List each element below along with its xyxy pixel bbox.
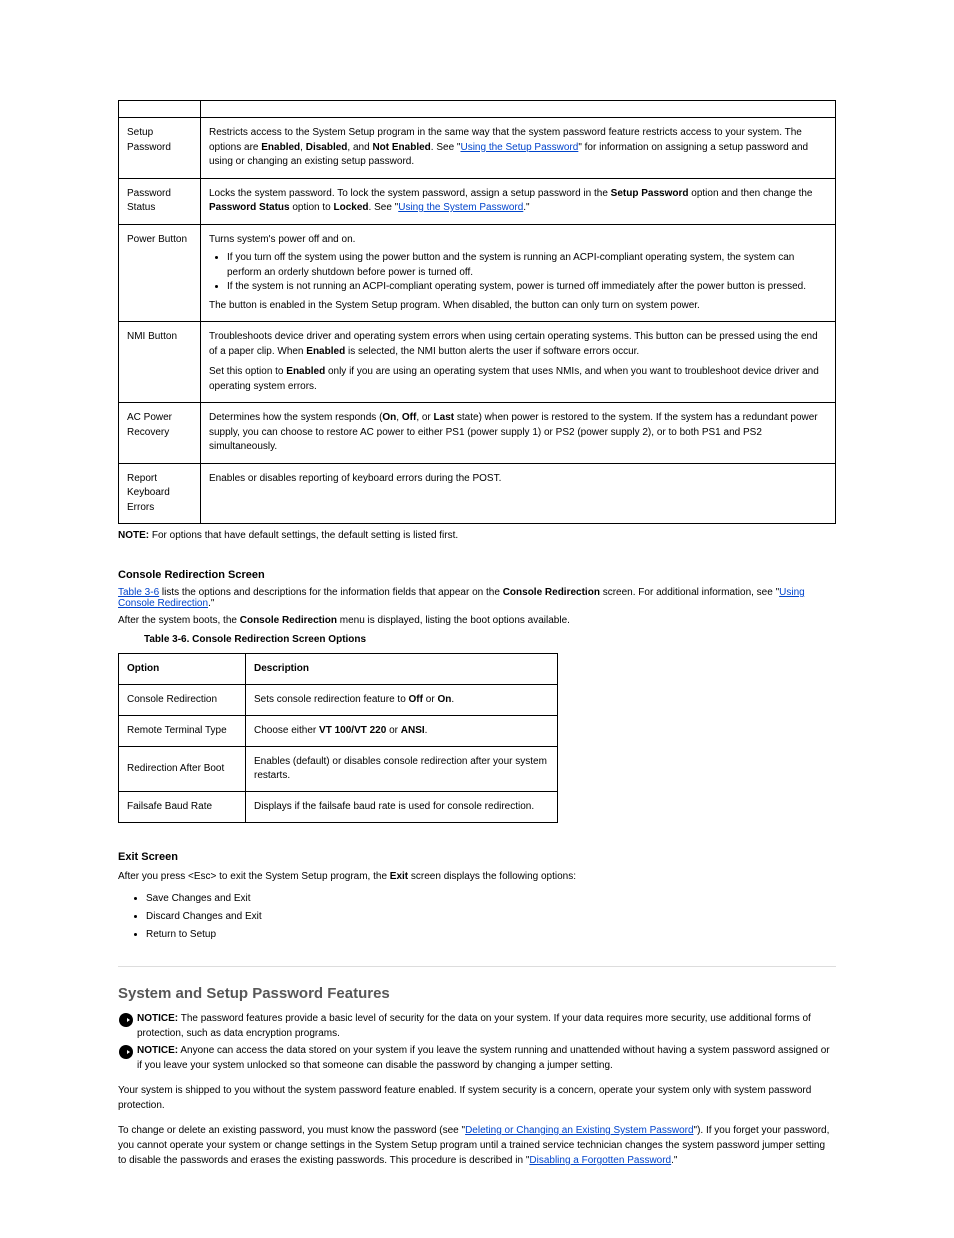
cell-option: AC Power Recovery bbox=[119, 403, 201, 464]
list-item: Return to Setup bbox=[146, 926, 836, 944]
cell-option: Report Keyboard Errors bbox=[119, 463, 201, 524]
cell-desc: Determines how the system responds (On, … bbox=[201, 403, 836, 464]
link-delete-existing-password[interactable]: Deleting or Changing an Existing System … bbox=[465, 1125, 693, 1136]
list-item: Save Changes and Exit bbox=[146, 890, 836, 908]
default-note: NOTE: For options that have default sett… bbox=[118, 530, 836, 541]
notice-icon bbox=[118, 1044, 134, 1060]
notice-1: NOTICE: The password features provide a … bbox=[118, 1012, 836, 1041]
cell-desc: Troubleshoots device driver and operatin… bbox=[201, 322, 836, 403]
exit-screen-intro: After you press <Esc> to exit the System… bbox=[118, 869, 836, 884]
cell-option: Power Button bbox=[119, 224, 201, 322]
link-disable-forgotten-password[interactable]: Disabling a Forgotten Password bbox=[529, 1155, 671, 1166]
table-row: Password Status Locks the system passwor… bbox=[119, 178, 836, 224]
cell-desc: Turns system's power off and on. If you … bbox=[201, 224, 836, 322]
table-row: Remote Terminal Type Choose either VT 10… bbox=[119, 716, 558, 747]
body-paragraph: Your system is shipped to you without th… bbox=[118, 1083, 836, 1113]
table-row: Console Redirection Sets console redirec… bbox=[119, 685, 558, 716]
exit-screen-heading: Exit Screen bbox=[118, 851, 836, 863]
notice-2: NOTICE: Anyone can access the data store… bbox=[118, 1044, 836, 1073]
table-header-row: Option Description bbox=[119, 654, 558, 685]
cell-desc: Locks the system password. To lock the s… bbox=[201, 178, 836, 224]
console-redirection-table: Option Description Console Redirection S… bbox=[118, 653, 558, 823]
link-using-system-password[interactable]: Using the System Password bbox=[398, 202, 523, 213]
table-row: Setup Password Restricts access to the S… bbox=[119, 118, 836, 179]
link-table-3-6[interactable]: Table 3-6 bbox=[118, 587, 159, 598]
password-features-heading: System and Setup Password Features bbox=[118, 985, 836, 1002]
section-divider bbox=[118, 966, 836, 967]
header-option: Option bbox=[119, 654, 246, 685]
list-item: Discard Changes and Exit bbox=[146, 908, 836, 926]
cell-desc: Restricts access to the System Setup pro… bbox=[201, 118, 836, 179]
exit-options-list: Save Changes and Exit Discard Changes an… bbox=[146, 890, 836, 944]
table-row: Failsafe Baud Rate Displays if the fails… bbox=[119, 792, 558, 823]
table-caption: Table 3-6. Console Redirection Screen Op… bbox=[144, 634, 836, 645]
console-redirection-heading: Console Redirection Screen bbox=[118, 569, 836, 581]
cell-option: Setup Password bbox=[119, 118, 201, 179]
body-paragraph-2: To change or delete an existing password… bbox=[118, 1123, 836, 1168]
link-using-setup-password[interactable]: Using the Setup Password bbox=[460, 142, 578, 153]
cell-option: Password Status bbox=[119, 178, 201, 224]
table-row: Redirection After Boot Enables (default)… bbox=[119, 747, 558, 792]
cell-desc: Enables or disables reporting of keyboar… bbox=[201, 463, 836, 524]
table-row: Power Button Turns system's power off an… bbox=[119, 224, 836, 322]
page: Setup Password Restricts access to the S… bbox=[0, 0, 954, 1238]
header-description: Description bbox=[246, 654, 558, 685]
console-redirection-postboot: After the system boots, the Console Redi… bbox=[118, 615, 836, 626]
table-row bbox=[119, 101, 836, 118]
table-row: AC Power Recovery Determines how the sys… bbox=[119, 403, 836, 464]
system-security-table: Setup Password Restricts access to the S… bbox=[118, 100, 836, 524]
notice-icon bbox=[118, 1012, 134, 1028]
cell-option: NMI Button bbox=[119, 322, 201, 403]
table-row: Report Keyboard Errors Enables or disabl… bbox=[119, 463, 836, 524]
table-row: NMI Button Troubleshoots device driver a… bbox=[119, 322, 836, 403]
console-redirection-help: Table 3-6 lists the options and descript… bbox=[118, 587, 836, 609]
